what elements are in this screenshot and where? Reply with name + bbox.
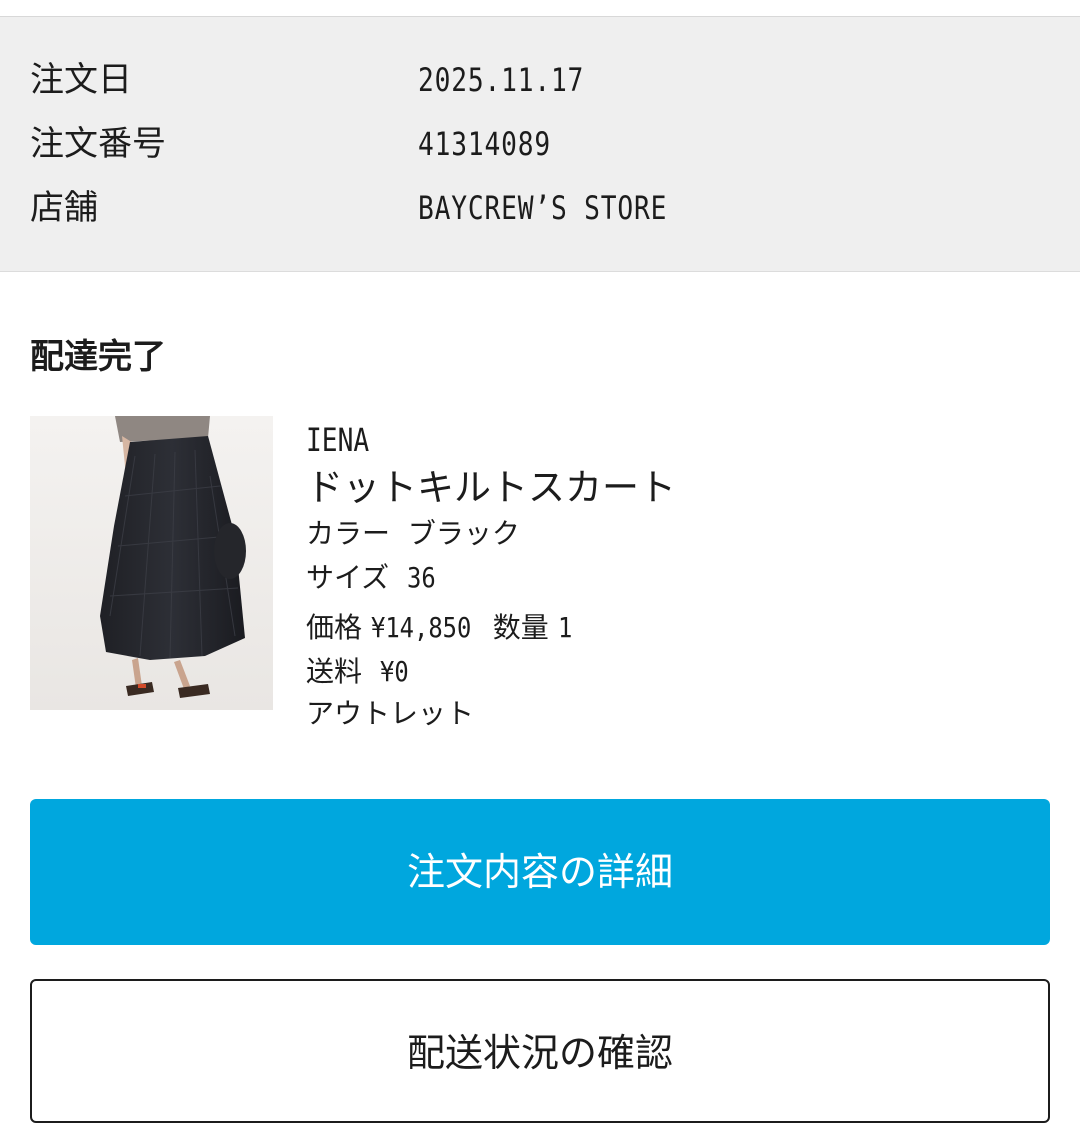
price-value: ¥14,850 (370, 611, 472, 644)
size-value: 36 (406, 561, 436, 594)
shipping-value: ¥0 (379, 655, 409, 688)
order-number-label: 注文番号 (30, 124, 166, 164)
product-name[interactable]: ドットキルトスカート (306, 464, 676, 512)
outlet-note: アウトレット (306, 697, 475, 730)
shipping-status-button[interactable]: 配送状況の確認 (30, 979, 1050, 1123)
shipping-label: 送料 (306, 655, 363, 688)
skirt-product-photo-icon (30, 416, 273, 710)
price-label: 価格 (306, 611, 363, 644)
size-label: サイズ (306, 561, 390, 594)
order-number-value: 41314089 (418, 125, 551, 163)
store-row: 店舗 BAYCREW’S STORE (0, 183, 1080, 233)
delivery-status: 配達完了 (30, 337, 166, 377)
top-divider (0, 0, 1080, 17)
store-value: BAYCREW’S STORE (418, 189, 668, 227)
shipping-status-label: 配送状況の確認 (406, 1031, 673, 1075)
order-date-label: 注文日 (30, 60, 132, 100)
color-label: カラー (306, 517, 391, 550)
product-size: サイズ 36 (306, 558, 441, 598)
order-detail-button[interactable]: 注文内容の詳細 (30, 799, 1050, 945)
product-color: カラー ブラック (306, 514, 520, 554)
color-value: ブラック (407, 517, 520, 550)
order-date-row: 注文日 2025.11.17 (0, 55, 1080, 105)
order-info-panel: 注文日 2025.11.17 注文番号 41314089 店舗 BAYCREW’… (0, 17, 1080, 272)
qty-label: 数量 (492, 611, 549, 644)
qty-value: 1 (557, 611, 573, 644)
product-shipping: 送料 ¥0 (306, 652, 414, 692)
product-brand: IENA (306, 421, 370, 459)
order-number-row: 注文番号 41314089 (0, 119, 1080, 169)
order-date-value: 2025.11.17 (418, 61, 585, 99)
store-label: 店舗 (30, 188, 98, 228)
product-image[interactable] (30, 416, 273, 710)
product-price-qty: 価格 ¥14,850 数量 1 (306, 608, 575, 648)
